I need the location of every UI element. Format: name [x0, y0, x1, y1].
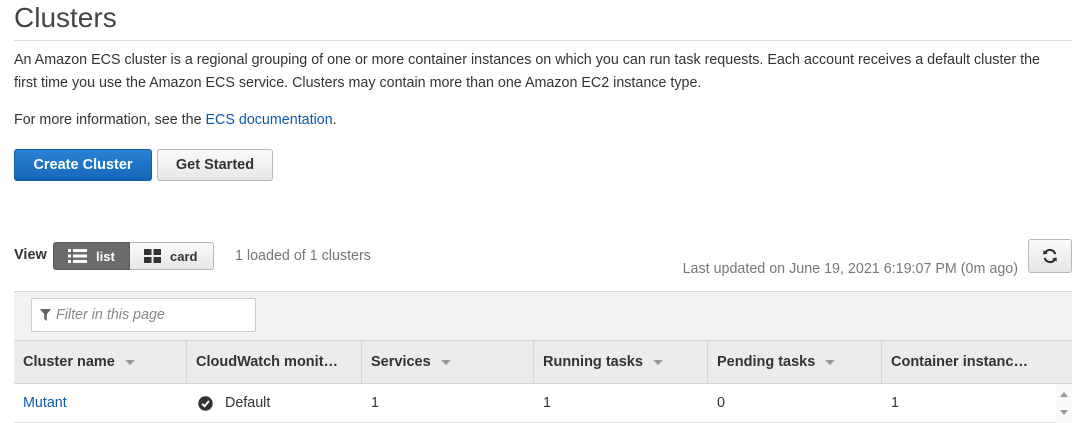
more-info-suffix: .	[332, 112, 337, 128]
list-icon	[68, 249, 87, 263]
column-header-services[interactable]: Services	[362, 341, 534, 383]
filter-input[interactable]: Filter in this page	[31, 298, 256, 332]
filter-placeholder: Filter in this page	[56, 307, 165, 323]
cell-pending-tasks: 0	[708, 384, 882, 422]
column-label: Pending tasks	[717, 354, 816, 370]
page-title: Clusters	[14, 2, 117, 33]
create-cluster-button[interactable]: Create Cluster	[14, 149, 152, 181]
scroll-up-icon[interactable]	[1060, 392, 1068, 397]
container-instances-value: 1	[891, 395, 899, 411]
view-label: View	[14, 247, 47, 263]
scroll-down-icon[interactable]	[1060, 410, 1068, 415]
cloudwatch-value: Default	[225, 395, 271, 411]
column-label: Container instanc…	[891, 354, 1028, 370]
cell-cluster-name: Mutant	[14, 384, 187, 422]
column-header-cluster-name[interactable]: Cluster name	[14, 341, 187, 383]
more-info-text: For more information, see the ECS docume…	[14, 112, 337, 128]
get-started-button[interactable]: Get Started	[157, 149, 273, 181]
view-list-label: list	[96, 248, 115, 264]
sort-icon	[825, 359, 836, 365]
view-card-label: card	[170, 248, 198, 264]
column-label: Cluster name	[23, 354, 115, 370]
page-description: An Amazon ECS cluster is a regional grou…	[14, 52, 1040, 91]
cell-container-instances: 1	[882, 384, 1056, 422]
services-value: 1	[371, 395, 379, 411]
clusters-table-panel: Filter in this page Cluster name CloudWa…	[14, 291, 1072, 423]
sort-icon	[440, 359, 451, 365]
table-row: Mutant Default 1 1 0 1	[14, 384, 1056, 423]
more-info-prefix: For more information, see the	[14, 112, 206, 128]
filter-icon	[40, 309, 51, 321]
refresh-button[interactable]	[1028, 239, 1072, 273]
check-circle-icon	[198, 395, 213, 411]
column-label: Running tasks	[543, 354, 643, 370]
ecs-documentation-link[interactable]: ECS documentation	[206, 112, 333, 128]
column-label: CloudWatch monit…	[196, 354, 339, 370]
column-header-container-instances[interactable]: Container instanc…	[882, 341, 1072, 383]
view-card-toggle[interactable]: card	[130, 242, 214, 270]
refresh-icon	[1043, 248, 1057, 264]
loaded-count: 1 loaded of 1 clusters	[235, 248, 371, 264]
column-header-pending-tasks[interactable]: Pending tasks	[708, 341, 882, 383]
sort-icon	[652, 359, 663, 365]
pending-tasks-value: 0	[717, 395, 725, 411]
view-list-toggle[interactable]: list	[53, 242, 130, 270]
column-header-running-tasks[interactable]: Running tasks	[534, 341, 708, 383]
cell-cloudwatch: Default	[187, 384, 362, 422]
table-header: Cluster name CloudWatch monit… Services …	[14, 340, 1072, 384]
column-label: Services	[371, 354, 431, 370]
sort-icon	[124, 359, 135, 365]
last-updated: Last updated on June 19, 2021 6:19:07 PM…	[682, 261, 1018, 277]
grid-icon	[144, 249, 161, 263]
running-tasks-value: 1	[543, 395, 551, 411]
column-header-cloudwatch[interactable]: CloudWatch monit…	[187, 341, 362, 383]
table-scrollbar[interactable]	[1056, 384, 1072, 423]
title-divider	[14, 40, 1072, 41]
cell-services: 1	[362, 384, 534, 422]
cluster-name-link[interactable]: Mutant	[23, 395, 67, 411]
cell-running-tasks: 1	[534, 384, 708, 422]
